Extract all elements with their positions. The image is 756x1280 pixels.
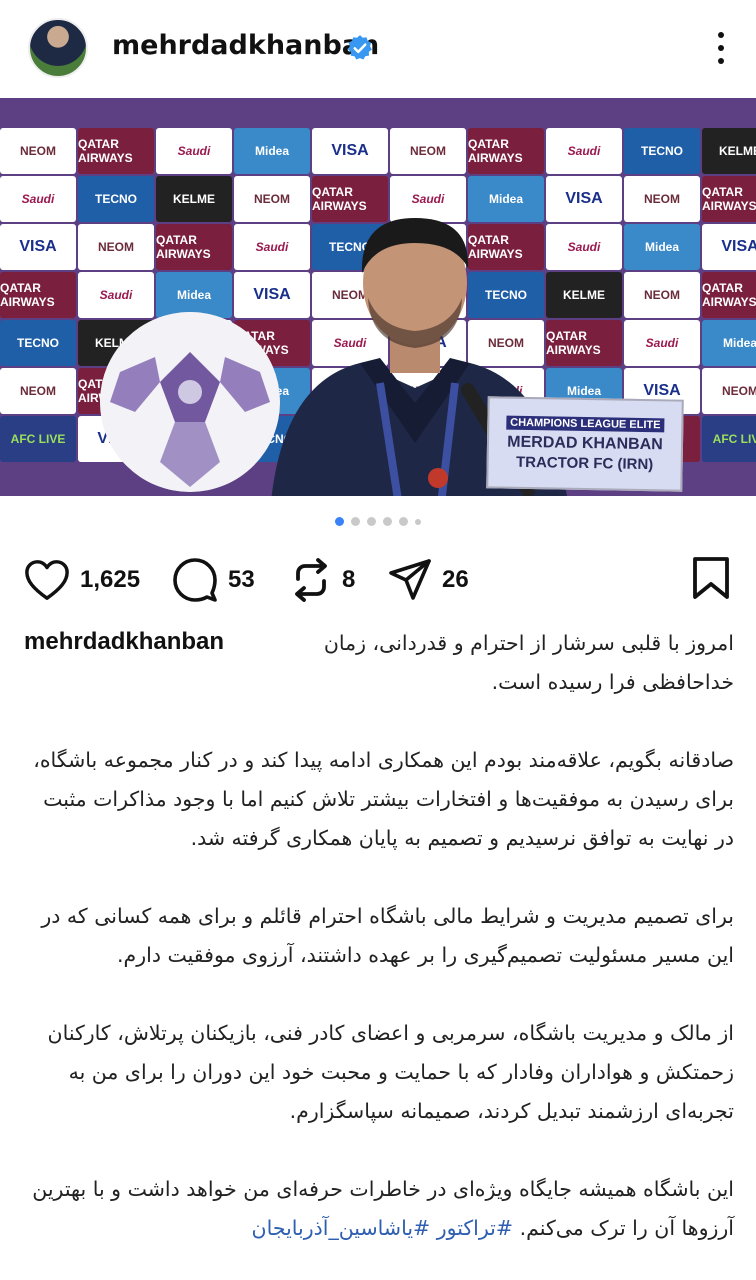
carousel-indicator: [0, 517, 756, 526]
sponsor-logo: Midea: [624, 224, 700, 270]
verified-badge-icon: [347, 35, 372, 60]
nameplate-club: TRACTOR FC (IRN): [515, 453, 654, 473]
carousel-dot[interactable]: [367, 517, 376, 526]
sponsor-logo: Midea: [702, 320, 756, 366]
sponsor-logo: QATAR AIRWAYS: [0, 272, 76, 318]
sponsor-logo: NEOM: [78, 224, 154, 270]
post-username[interactable]: mehrdadkhanban: [112, 30, 379, 61]
caption-paragraph: برای تصمیم مدیریت و شرایط مالی باشگاه اح…: [41, 904, 734, 967]
like-count: 1,625: [80, 566, 141, 593]
comment-count: 53: [228, 566, 255, 593]
send-icon: [389, 559, 431, 600]
sponsor-logo: VISA: [702, 224, 756, 270]
post-photo[interactable]: NEOM QATAR AIRWAYS Saudi Midea VISA NEOM QATAR…: [0, 98, 756, 496]
sponsor-logo: Saudi: [0, 176, 76, 222]
more-options-icon[interactable]: [716, 30, 726, 66]
repost-button[interactable]: 8: [290, 556, 355, 604]
sponsor-logo: TECNO: [0, 320, 76, 366]
carousel-dot[interactable]: [383, 517, 392, 526]
sponsor-logo: TECNO: [78, 176, 154, 222]
sponsor-logo: Saudi: [546, 128, 622, 174]
sponsor-logo: KELME: [156, 176, 232, 222]
avatar[interactable]: [28, 18, 88, 78]
nameplate-name: MERDAD KHANBAN: [507, 433, 663, 453]
like-button[interactable]: 1,625: [24, 556, 140, 604]
sponsor-logo: QATAR AIRWAYS: [156, 224, 232, 270]
sponsor-logo: NEOM: [702, 368, 756, 414]
sponsor-logo: NEOM: [624, 176, 700, 222]
carousel-dot[interactable]: [335, 517, 344, 526]
caption-paragraph: صادقانه بگویم، علاقه‌مند بودم این همکاری…: [33, 748, 734, 850]
caption-paragraph-last: این باشگاه همیشه جایگاه ویژه‌ای در خاطرا…: [22, 1170, 734, 1248]
carousel-dot[interactable]: [399, 517, 408, 526]
carousel-dot[interactable]: [351, 517, 360, 526]
carousel-dot[interactable]: [415, 518, 421, 525]
sponsor-logo: KELME: [702, 128, 756, 174]
action-bar: 1,625 53 8 26: [0, 556, 756, 606]
sponsor-logo: NEOM: [624, 272, 700, 318]
sponsor-logo: AFC LIVE: [0, 416, 76, 462]
repost-count: 8: [342, 566, 356, 593]
sponsor-logo: VISA: [312, 128, 388, 174]
sponsor-logo: Saudi: [624, 320, 700, 366]
sponsor-logo: AFC LIVE: [702, 416, 756, 462]
sponsor-logo: NEOM: [0, 368, 76, 414]
sponsor-logo: QATAR AIRWAYS: [702, 272, 756, 318]
caption-paragraph: از مالک و مدیریت باشگاه، سرمربی و اعضای …: [47, 1021, 734, 1123]
heart-icon: [25, 560, 69, 600]
football-icon: [100, 312, 280, 492]
sponsor-logo: VISA: [0, 224, 76, 270]
sponsor-logo: NEOM: [390, 128, 466, 174]
sponsor-logo: QATAR AIRWAYS: [78, 128, 154, 174]
sponsor-logo: NEOM: [0, 128, 76, 174]
post-header: mehrdadkhanban: [0, 0, 756, 98]
comment-button[interactable]: 53: [172, 556, 255, 604]
sponsor-logo: TECNO: [624, 128, 700, 174]
caption-paragraph: امروز با قلبی سرشار از احترام و قدردانی،…: [323, 631, 734, 694]
caption-text: امروز با قلبی سرشار از احترام و قدردانی،…: [22, 624, 734, 1248]
nameplate: CHAMPIONS LEAGUE ELITE MERDAD KHANBAN TR…: [486, 396, 684, 492]
repost-icon: [295, 558, 327, 602]
caption-hashtags[interactable]: #تراکتور #یاشاسین_آذربایجان: [252, 1216, 514, 1240]
sponsor-logo: QATAR AIRWAYS: [702, 176, 756, 222]
share-button[interactable]: 26: [388, 556, 469, 604]
share-count: 26: [442, 566, 469, 593]
nameplate-league: CHAMPIONS LEAGUE ELITE: [506, 415, 665, 432]
sponsor-logo: Midea: [234, 128, 310, 174]
sponsor-logo: QATAR AIRWAYS: [468, 128, 544, 174]
comment-icon: [173, 558, 217, 602]
sponsor-logo: Saudi: [156, 128, 232, 174]
bookmark-icon[interactable]: [692, 556, 730, 600]
sponsor-logo: Saudi: [78, 272, 154, 318]
